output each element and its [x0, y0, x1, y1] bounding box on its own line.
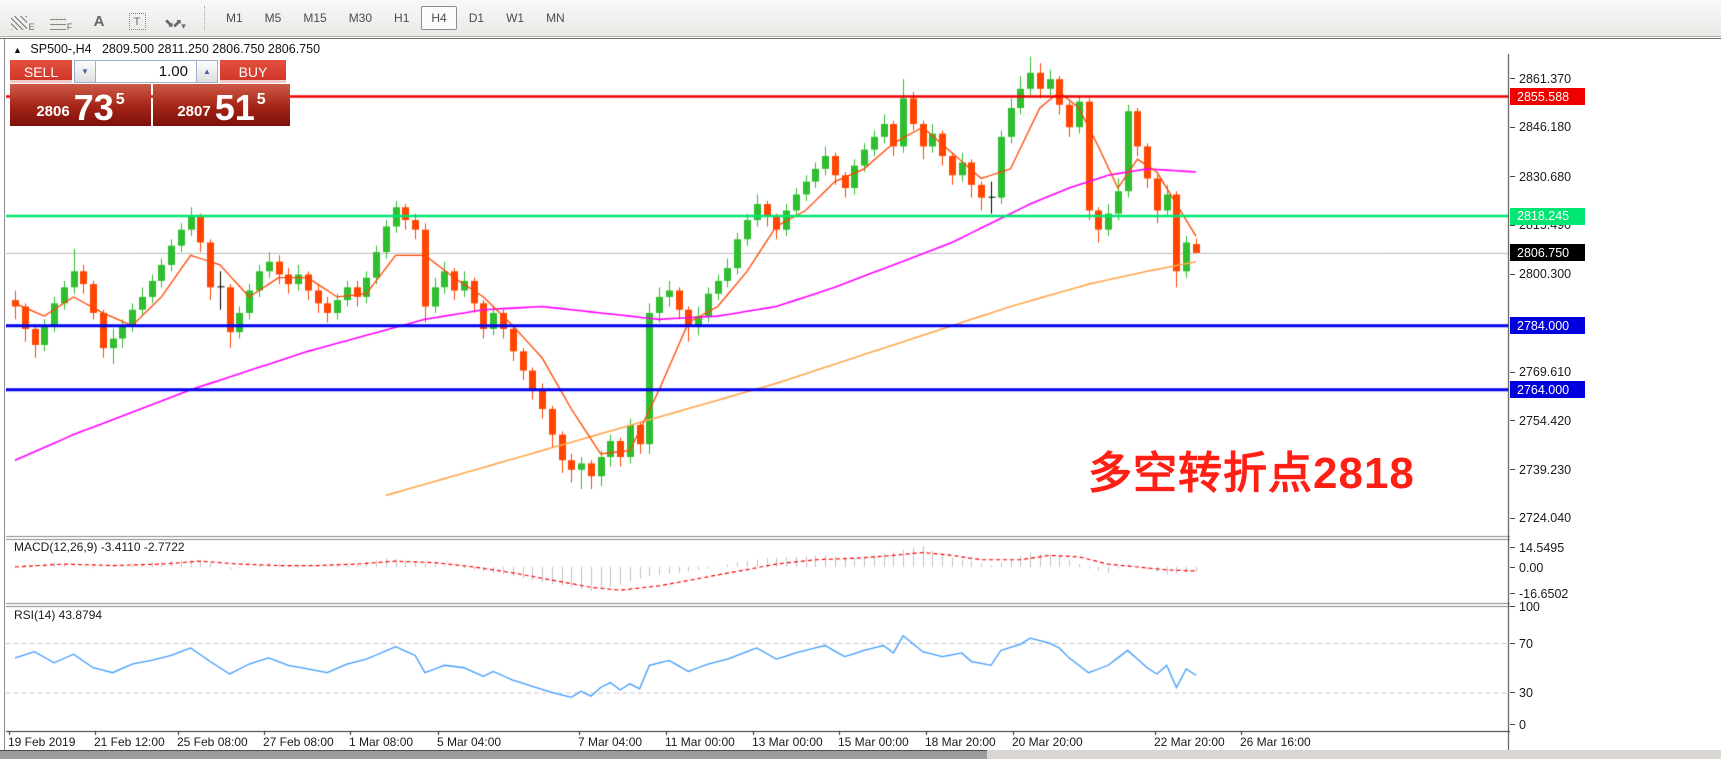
price-axis-tick: 2724.040 — [1510, 510, 1571, 527]
arrange-windows-icon[interactable]: ⬊⬈ ▾ — [160, 6, 190, 30]
chart-text-annotation: 多空转折点2818 — [1088, 437, 1415, 501]
price-axis-tick: 2754.420 — [1510, 412, 1571, 429]
horizontal-scrollbar-thumb[interactable] — [0, 750, 987, 759]
rsi-label: RSI(14) 43.8794 — [14, 608, 102, 622]
sell-price-pip-fraction: 5 — [116, 91, 125, 109]
time-axis-label: 5 Mar 04:00 — [437, 735, 501, 749]
price-axis-tick: 2769.610 — [1510, 364, 1571, 381]
chart-window-left-border — [4, 39, 5, 750]
price-level-badge: 2764.000 — [1510, 381, 1585, 398]
timeframe-button-D1[interactable]: D1 — [459, 6, 494, 30]
volume-decrease-button[interactable]: ▼ — [74, 60, 96, 83]
indicator-list-icon[interactable]: E — [8, 6, 38, 30]
buy-price-handle: 2807 — [177, 103, 210, 120]
time-axis-label: 11 Mar 00:00 — [665, 735, 735, 749]
indicator-axis-tick: 0.00 — [1510, 559, 1543, 576]
price-axis-tick: 2861.370 — [1510, 70, 1571, 87]
time-axis-label: 26 Mar 16:00 — [1240, 735, 1311, 749]
time-axis-label: 7 Mar 04:00 — [578, 735, 642, 749]
price-axis-tick: 2800.300 — [1510, 266, 1571, 283]
sell-price-display[interactable]: 2806 73 5 — [10, 84, 151, 126]
timeframe-button-H4[interactable]: H4 — [421, 6, 456, 30]
time-axis-label: 21 Feb 12:00 — [94, 735, 165, 749]
price-axis-tick: 2739.230 — [1510, 461, 1571, 478]
price-level-badge: 2855.588 — [1510, 88, 1585, 105]
indicator-axis-tick: 0 — [1510, 716, 1526, 733]
mt4-terminal: E F A T ⬊⬈ ▾ M1M5M15M30H1H4D1W1MN ▲ SP50… — [0, 0, 1721, 759]
timeframe-bar: M1M5M15M30H1H4D1W1MN — [216, 6, 575, 30]
price-level-badge: 2818.245 — [1510, 208, 1585, 225]
price-axis-tick: 2830.680 — [1510, 168, 1571, 185]
indicator-axis-tick: 70 — [1510, 635, 1533, 652]
time-axis-label: 1 Mar 08:00 — [349, 735, 413, 749]
buy-price-display[interactable]: 2807 51 5 — [153, 84, 290, 126]
timeframe-button-M5[interactable]: M5 — [255, 6, 292, 30]
grid-properties-icon[interactable]: F — [46, 6, 76, 30]
toolbar: E F A T ⬊⬈ ▾ M1M5M15M30H1H4D1W1MN — [0, 0, 1721, 37]
text-label-icon[interactable]: A — [84, 6, 114, 30]
indicator-axis-tick: 100 — [1510, 598, 1540, 615]
time-axis-label: 20 Mar 20:00 — [1012, 735, 1083, 749]
sell-price-handle: 2806 — [36, 103, 69, 120]
icon-sub-letter: F — [67, 22, 73, 32]
buy-price-pip-fraction: 5 — [257, 91, 266, 109]
chart-header: ▲ SP500-,H4 2809.500 2811.250 2806.750 2… — [13, 42, 320, 56]
hatch-glyph — [11, 16, 27, 30]
text-box-icon[interactable]: T — [122, 6, 152, 30]
horizontal-scrollbar-track[interactable] — [0, 750, 1721, 759]
sell-button[interactable]: SELL — [10, 60, 72, 83]
ohlc-values: 2809.500 2811.250 2806.750 2806.750 — [102, 42, 320, 56]
trade-prices-row: 2806 73 5 2807 51 5 — [10, 84, 290, 126]
buy-button[interactable]: BUY — [220, 60, 286, 83]
price-level-badge: 2784.000 — [1510, 317, 1585, 334]
collapse-triangle-icon[interactable]: ▲ — [13, 45, 22, 55]
chart-window-top-border — [0, 38, 1721, 39]
one-click-trade-panel: SELL ▼ 1.00 ▲ BUY 2806 73 5 2807 51 5 — [10, 60, 290, 126]
toolbar-separator — [204, 6, 206, 30]
volume-input[interactable]: 1.00 — [96, 60, 196, 83]
time-axis-label: 27 Feb 08:00 — [263, 735, 334, 749]
trade-controls-row: SELL ▼ 1.00 ▲ BUY — [10, 60, 290, 83]
letter-a-glyph: A — [94, 13, 105, 30]
timeframe-button-H1[interactable]: H1 — [384, 6, 419, 30]
time-axis-label: 15 Mar 00:00 — [838, 735, 909, 749]
price-chart-canvas[interactable] — [6, 40, 1510, 750]
time-axis-label: 22 Mar 20:00 — [1154, 735, 1225, 749]
sell-price-big-digits: 73 — [74, 93, 114, 123]
price-axis: 2861.3702846.1802830.6802815.4902800.300… — [1510, 40, 1721, 750]
price-axis-tick: 2846.180 — [1510, 119, 1571, 136]
icon-sub-letter: E — [28, 22, 34, 32]
boxed-t-glyph: T — [129, 13, 146, 30]
timeframe-button-M30[interactable]: M30 — [339, 6, 382, 30]
timeframe-button-W1[interactable]: W1 — [496, 6, 534, 30]
timeframe-button-MN[interactable]: MN — [536, 6, 575, 30]
macd-label: MACD(12,26,9) -3.4110 -2.7722 — [14, 540, 185, 554]
buy-price-big-digits: 51 — [215, 93, 255, 123]
grid-glyph — [50, 16, 66, 30]
diagonal-arrows-glyph: ⬊⬈ — [164, 16, 180, 30]
volume-increase-button[interactable]: ▲ — [196, 60, 218, 83]
time-axis-label: 25 Feb 08:00 — [177, 735, 248, 749]
chevron-down-icon: ▾ — [181, 21, 186, 32]
symbol-title: SP500-,H4 — [30, 42, 91, 56]
time-axis-label: 19 Feb 2019 — [8, 735, 75, 749]
time-axis-label: 13 Mar 00:00 — [752, 735, 823, 749]
indicator-axis-tick: 14.5495 — [1510, 539, 1564, 556]
price-level-badge: 2806.750 — [1510, 244, 1585, 261]
timeframe-button-M1[interactable]: M1 — [216, 6, 253, 30]
indicator-axis-tick: 30 — [1510, 684, 1533, 701]
timeframe-button-M15[interactable]: M15 — [293, 6, 336, 30]
time-axis-label: 18 Mar 20:00 — [925, 735, 996, 749]
